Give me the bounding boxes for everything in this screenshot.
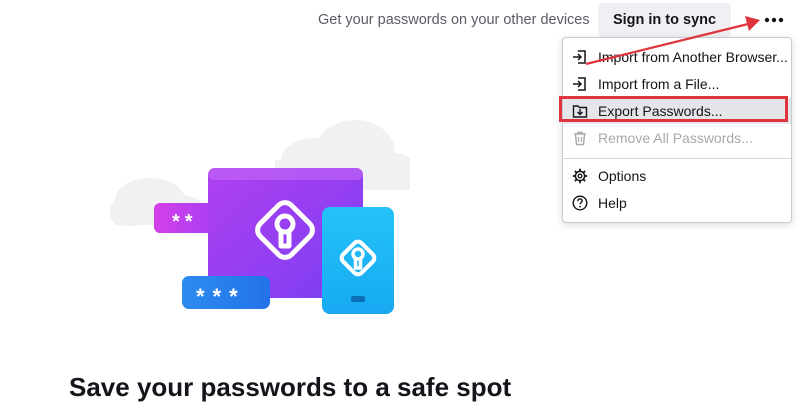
- menu-item-export-passwords[interactable]: Export Passwords...: [563, 98, 791, 124]
- menu-item-label: Help: [598, 195, 627, 211]
- options-dropdown-menu: Import from Another Browser... Import fr…: [562, 37, 792, 223]
- menu-item-label: Import from Another Browser...: [598, 49, 788, 65]
- export-icon: [571, 102, 589, 120]
- import-icon: [571, 48, 589, 66]
- sync-prompt-text: Get your passwords on your other devices: [318, 12, 590, 28]
- menu-separator: [563, 158, 791, 159]
- menu-item-help[interactable]: Help: [563, 190, 791, 216]
- menu-item-options[interactable]: Options: [563, 163, 791, 189]
- help-icon: [571, 194, 589, 212]
- password-mask-small: **: [172, 211, 198, 233]
- more-options-icon: [764, 17, 784, 23]
- gear-icon: [571, 167, 589, 185]
- trash-icon: [571, 129, 589, 147]
- import-icon: [571, 75, 589, 93]
- menu-item-label: Export Passwords...: [598, 103, 723, 119]
- menu-item-label: Remove All Passwords...: [598, 130, 753, 146]
- page-headline: Save your passwords to a safe spot: [69, 372, 512, 402]
- menu-item-label: Import from a File...: [598, 76, 720, 92]
- password-mask-large: ***: [196, 284, 246, 309]
- menu-item-import-browser[interactable]: Import from Another Browser...: [563, 44, 791, 70]
- menu-item-remove-all-passwords: Remove All Passwords...: [563, 125, 791, 151]
- passwords-illustration: ** ***: [110, 120, 410, 314]
- menu-item-import-file[interactable]: Import from a File...: [563, 71, 791, 97]
- menu-item-label: Options: [598, 168, 647, 184]
- more-options-button[interactable]: [757, 6, 791, 34]
- sign-in-to-sync-button[interactable]: Sign in to sync: [598, 3, 731, 37]
